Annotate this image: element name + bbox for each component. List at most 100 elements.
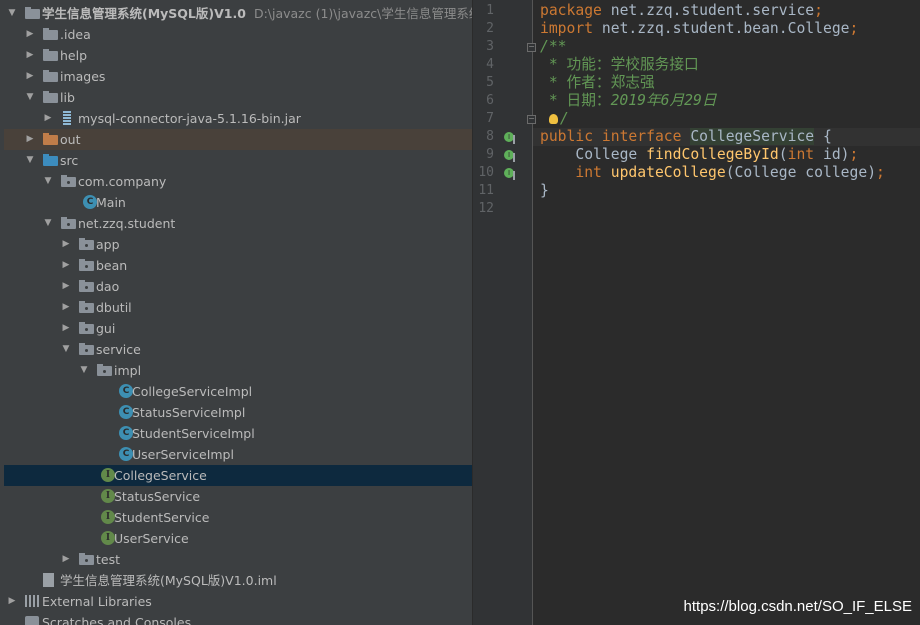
code-token: int [787, 146, 815, 163]
tree-item[interactable]: ▶ test [4, 549, 472, 570]
expand-arrow-down-icon[interactable]: ▼ [25, 150, 35, 171]
tree-item[interactable]: I StatusService [4, 486, 472, 507]
tree-item[interactable]: ▼ lib [4, 87, 472, 108]
expand-arrow-down-icon[interactable]: ▼ [79, 360, 89, 381]
implemented-gutter-icon[interactable]: I [504, 132, 515, 144]
expand-arrow-right-icon[interactable]: ▶ [25, 24, 35, 45]
tree-item[interactable]: C StudentServiceImpl [4, 423, 472, 444]
line-number: 3 [486, 39, 494, 54]
tree-item-label: bean [96, 258, 128, 273]
project-tree[interactable]: ▼ 学生信息管理系统(MySQL版)V1.0 D:\javazc (1)\javaz… [0, 0, 472, 625]
tree-item[interactable]: C StatusServiceImpl [4, 402, 472, 423]
expand-arrow-down-icon[interactable]: ▼ [7, 3, 17, 24]
code-line[interactable]: public interface CollegeService { [533, 128, 920, 146]
tree-item-label: UserService [114, 531, 189, 546]
tree-item-label: com.company [78, 174, 167, 189]
code-line[interactable] [533, 200, 920, 218]
folder-icon [43, 49, 58, 61]
expand-arrow-down-icon[interactable]: ▼ [25, 87, 35, 108]
expand-arrow-right-icon[interactable]: ▶ [43, 108, 53, 129]
code-line[interactable]: import net.zzq.student.bean.College; [533, 20, 920, 38]
expand-arrow-right-icon[interactable]: ▶ [61, 549, 71, 570]
iml-file-icon [43, 573, 54, 587]
jar-icon [63, 111, 71, 125]
tree-item[interactable]: ▼ impl [4, 360, 472, 381]
tree-item[interactable]: C UserServiceImpl [4, 444, 472, 465]
tree-item[interactable]: C Main [4, 192, 472, 213]
class-icon: C [119, 384, 133, 398]
tree-item[interactable]: ▶ dao [4, 276, 472, 297]
tree-item[interactable]: ▼ net.zzq.student [4, 213, 472, 234]
tree-item[interactable]: ▼ 学生信息管理系统(MySQL版)V1.0 D:\javazc (1)\javaz… [4, 3, 472, 24]
line-number: 10 [478, 165, 494, 180]
expand-arrow-right-icon[interactable]: ▶ [61, 234, 71, 255]
tree-item[interactable]: Scratches and Consoles [4, 612, 472, 625]
tree-item-label: service [96, 342, 141, 357]
expand-arrow-right-icon[interactable]: ▶ [61, 276, 71, 297]
tree-item[interactable]: ▶ help [4, 45, 472, 66]
tree-item[interactable]: I StudentService [4, 507, 472, 528]
line-number: 12 [478, 201, 494, 216]
code-line[interactable]: / [533, 110, 920, 128]
expand-arrow-right-icon[interactable]: ▶ [61, 318, 71, 339]
expand-arrow-down-icon[interactable]: ▼ [43, 171, 53, 192]
expand-arrow-right-icon[interactable]: ▶ [61, 255, 71, 276]
tree-item[interactable]: ▼ com.company [4, 171, 472, 192]
code-line[interactable]: * 作者：郑志强 [533, 74, 920, 92]
tree-item[interactable]: ▼ src [4, 150, 472, 171]
expand-arrow-right-icon[interactable]: ▶ [7, 591, 17, 612]
tree-item[interactable]: ▶ mysql-connector-java-5.1.16-bin.jar [4, 108, 472, 129]
tree-item-label: out [60, 132, 81, 147]
intention-bulb-icon[interactable] [548, 114, 558, 124]
tree-item[interactable]: ▶ gui [4, 318, 472, 339]
code-token: import [540, 20, 594, 37]
code-token: net.zzq.student.service [601, 2, 815, 19]
code-token: public interface [540, 128, 691, 145]
tree-item-label: lib [60, 90, 75, 105]
tree-item[interactable]: C CollegeServiceImpl [4, 381, 472, 402]
package-icon [79, 301, 94, 313]
watermark: https://blog.csdn.net/SO_IF_ELSE [683, 598, 912, 615]
tree-item[interactable]: I UserService [4, 528, 472, 549]
code-line[interactable]: int updateCollege(College college); [533, 164, 920, 182]
code-line[interactable]: College findCollegeById(int id); [533, 146, 920, 164]
expand-arrow-right-icon[interactable]: ▶ [25, 129, 35, 150]
tree-item[interactable]: ▶ External Libraries [4, 591, 472, 612]
tree-item[interactable]: ▶ .idea [4, 24, 472, 45]
interface-icon: I [101, 531, 115, 545]
tree-item-label: help [60, 48, 88, 63]
tree-item[interactable]: ▶ app [4, 234, 472, 255]
expand-arrow-right-icon[interactable]: ▶ [25, 66, 35, 87]
code-line[interactable]: } [533, 182, 920, 200]
tree-item[interactable]: ▶ out [4, 129, 472, 150]
interface-icon: I [101, 510, 115, 524]
tree-item[interactable]: ▶ bean [4, 255, 472, 276]
tree-item-label: StatusService [114, 489, 201, 504]
code-line[interactable]: package net.zzq.student.service; [533, 2, 920, 20]
code-token: } [540, 182, 549, 199]
code-line[interactable]: * 功能：学校服务接口 [533, 56, 920, 74]
fold-icon[interactable]: − [527, 43, 536, 52]
tree-item[interactable]: ▶ images [4, 66, 472, 87]
implemented-gutter-icon[interactable]: I [504, 150, 515, 162]
code-token: ; [876, 164, 885, 181]
tree-item[interactable]: ▼ service [4, 339, 472, 360]
implemented-gutter-icon[interactable]: I [504, 168, 515, 180]
expand-arrow-down-icon[interactable]: ▼ [43, 213, 53, 234]
tree-item[interactable]: 学生信息管理系统(MySQL版)V1.0.iml [4, 570, 472, 591]
code-line[interactable]: * 日期：2019年6月29日 [533, 92, 920, 110]
class-icon: C [119, 447, 133, 461]
code-line[interactable]: /** [533, 38, 920, 56]
fold-icon[interactable]: − [527, 115, 536, 124]
interface-icon: I [101, 489, 115, 503]
tree-item[interactable]: ▶ dbutil [4, 297, 472, 318]
tree-item[interactable]: I CollegeService [4, 465, 472, 486]
tree-item-label: Main [96, 195, 126, 210]
tree-item-label: StatusServiceImpl [132, 405, 246, 420]
source-folder-icon [43, 154, 58, 166]
expand-arrow-down-icon[interactable]: ▼ [61, 339, 71, 360]
expand-arrow-right-icon[interactable]: ▶ [25, 45, 35, 66]
expand-arrow-right-icon[interactable]: ▶ [61, 297, 71, 318]
tree-item-label: CollegeServiceImpl [132, 384, 253, 399]
